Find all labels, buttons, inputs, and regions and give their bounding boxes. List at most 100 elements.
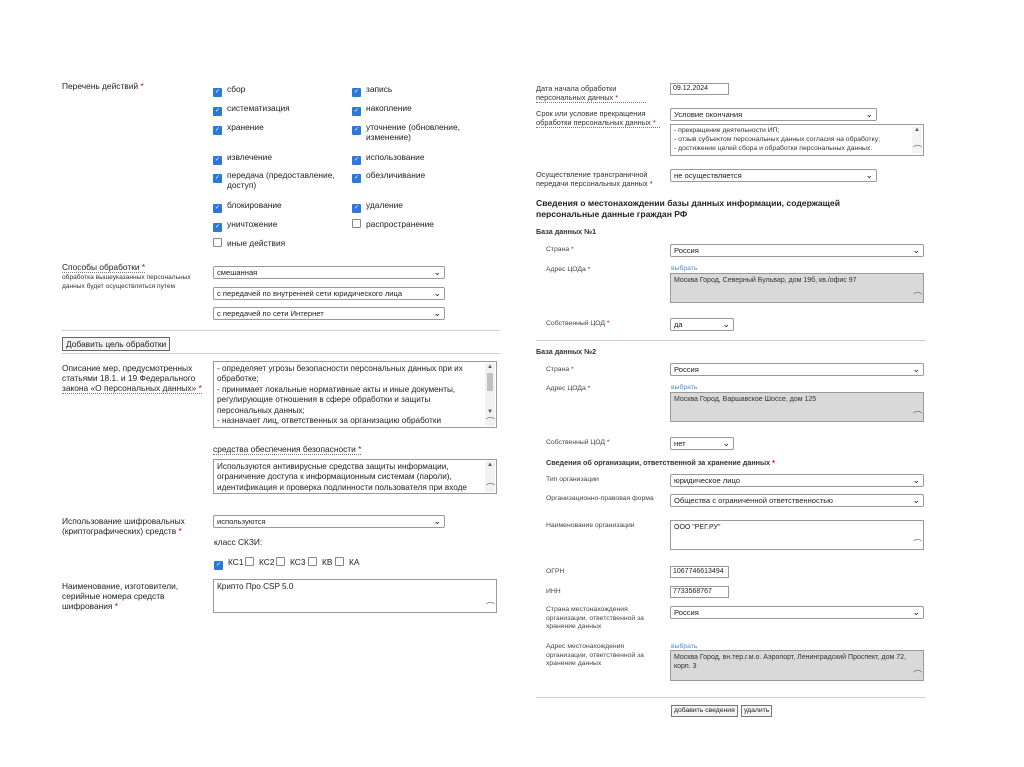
- checkbox-checked-icon[interactable]: ✓: [352, 88, 361, 97]
- crypto-class-checkbox[interactable]: КС3: [276, 557, 306, 567]
- action-checkbox[interactable]: ✓ систематизация: [213, 103, 290, 116]
- action-checkbox-label: удаление: [366, 200, 403, 210]
- action-checkbox[interactable]: ✓ хранение: [213, 122, 264, 135]
- resize-grip-icon[interactable]: ⌒: [913, 540, 922, 549]
- measures-label: Описание мер, предусмотренных статьями 1…: [62, 363, 202, 394]
- checkbox-unchecked-icon[interactable]: [245, 557, 254, 566]
- checkbox-checked-icon[interactable]: ✓: [213, 156, 222, 165]
- action-checkbox[interactable]: иные действия: [213, 238, 285, 248]
- action-checkbox[interactable]: ✓ запись: [352, 84, 392, 97]
- security-textarea[interactable]: Используются антивирусные средства защит…: [213, 459, 497, 494]
- start-date-input[interactable]: 09.12.2024: [670, 83, 729, 95]
- checkbox-checked-icon[interactable]: ✓: [213, 126, 222, 135]
- crypto-class-checkbox[interactable]: КВ: [308, 557, 332, 567]
- resize-grip-icon[interactable]: ⌒: [913, 412, 922, 421]
- db2-country-select[interactable]: Россия ⌄: [670, 363, 924, 376]
- checkbox-checked-icon[interactable]: ✓: [352, 156, 361, 165]
- checkbox-unchecked-icon[interactable]: [213, 238, 222, 247]
- resize-grip-icon[interactable]: ⌒: [486, 603, 495, 612]
- resize-grip-icon[interactable]: ⌒: [913, 671, 922, 680]
- action-checkbox[interactable]: ✓ сбор: [213, 84, 245, 97]
- term-select[interactable]: Условие окончания ⌄: [670, 108, 877, 121]
- chevron-down-icon: ⌄: [433, 267, 441, 277]
- scroll-up-icon[interactable]: ▲: [912, 126, 922, 134]
- action-checkbox[interactable]: ✓ передача (предоставление, доступ): [213, 170, 357, 190]
- term-textarea[interactable]: - прекращение деятельности ИП; - отзыв с…: [670, 124, 924, 156]
- checkbox-checked-icon[interactable]: ✓: [352, 126, 361, 135]
- org-country-label: Страна местонахождения организации, отве…: [546, 606, 644, 631]
- crypto-class-label: КС2: [259, 557, 275, 567]
- db2-choose-link[interactable]: выбрать: [671, 384, 697, 391]
- action-checkbox-label: накопление: [366, 103, 412, 113]
- org-type-select[interactable]: юридическое лицо ⌄: [670, 474, 924, 487]
- scroll-up-icon[interactable]: ▲: [485, 461, 495, 469]
- checkbox-checked-icon[interactable]: ✓: [213, 223, 222, 232]
- checkbox-checked-icon[interactable]: ✓: [352, 174, 361, 183]
- transborder-select[interactable]: не осуществляется ⌄: [670, 169, 877, 182]
- crypto-class-checkbox[interactable]: КА: [335, 557, 359, 567]
- org-address-textarea[interactable]: Москва Город, вн.тер.г.м.о. Аэропорт, Ле…: [670, 650, 924, 681]
- db1-address-textarea[interactable]: Москва Город, Северный Бульвар, дом 19б,…: [670, 273, 924, 303]
- org-form-select[interactable]: Общества с ограниченной ответственностью…: [670, 494, 924, 507]
- action-checkbox[interactable]: ✓ блокирование: [213, 200, 282, 213]
- checkbox-checked-icon[interactable]: ✓: [213, 174, 222, 183]
- checkbox-unchecked-icon[interactable]: [352, 219, 361, 228]
- checkbox-unchecked-icon[interactable]: [308, 557, 317, 566]
- resize-grip-icon[interactable]: ⌒: [486, 418, 495, 427]
- chevron-down-icon: ⌄: [722, 438, 730, 448]
- db2-own-select[interactable]: нет ⌄: [670, 437, 734, 450]
- action-checkbox-label: передача (предоставление, доступ): [227, 170, 335, 190]
- scroll-thumb[interactable]: [487, 373, 493, 391]
- add-goal-button[interactable]: Добавить цель обработки: [62, 337, 171, 351]
- action-checkbox[interactable]: ✓ использование: [352, 152, 425, 165]
- org-ogrn-input[interactable]: 1067746613494: [670, 566, 729, 578]
- db1-choose-link[interactable]: выбрать: [671, 265, 697, 272]
- methods-select-3[interactable]: с передачей по сети Интернет ⌄: [213, 307, 445, 320]
- checkbox-unchecked-icon[interactable]: [335, 557, 344, 566]
- db1-country-label: Страна *: [546, 246, 574, 253]
- checkbox-checked-icon[interactable]: ✓: [213, 204, 222, 213]
- org-ogrn-label: ОГРН: [546, 568, 565, 575]
- divider: [536, 697, 926, 698]
- crypto-names-textarea[interactable]: Крипто Про CSP 5.0 ⌒: [213, 579, 497, 613]
- action-checkbox[interactable]: распространение: [352, 219, 434, 229]
- resize-grip-icon[interactable]: ⌒: [913, 293, 922, 302]
- methods-select-1[interactable]: смешанная ⌄: [213, 266, 445, 279]
- action-checkbox[interactable]: ✓ накопление: [352, 103, 412, 116]
- delete-button[interactable]: удалить: [741, 705, 773, 717]
- org-country-select[interactable]: Россия ⌄: [670, 606, 924, 619]
- action-checkbox[interactable]: ✓ уточнение (обновление, изменение): [352, 122, 486, 142]
- action-checkbox[interactable]: ✓ удаление: [352, 200, 403, 213]
- org-choose-link[interactable]: выбрать: [671, 643, 697, 650]
- resize-grip-icon[interactable]: ⌒: [486, 484, 495, 493]
- crypto-select[interactable]: используются ⌄: [213, 515, 445, 528]
- db1-own-select[interactable]: да ⌄: [670, 318, 734, 331]
- crypto-class-label: КС3: [290, 557, 306, 567]
- db1-country-select[interactable]: Россия ⌄: [670, 244, 924, 257]
- org-inn-input[interactable]: 7733568767: [670, 586, 729, 598]
- checkbox-checked-icon[interactable]: ✓: [213, 88, 222, 97]
- scroll-up-icon[interactable]: ▲: [485, 363, 495, 371]
- methods-select-2[interactable]: с передачей по внутренней сети юридическ…: [213, 287, 445, 300]
- checkbox-checked-icon[interactable]: ✓: [214, 561, 223, 570]
- chevron-down-icon: ⌄: [912, 245, 920, 255]
- db2-address-textarea[interactable]: Москва Город, Варшавское Шоссе, дом 125 ⌒: [670, 392, 924, 422]
- crypto-class-checkbox[interactable]: КС2: [245, 557, 275, 567]
- action-checkbox-label: уточнение (обновление, изменение): [366, 122, 460, 142]
- checkbox-checked-icon[interactable]: ✓: [352, 107, 361, 116]
- checkbox-checked-icon[interactable]: ✓: [352, 204, 361, 213]
- crypto-names-label: Наименование, изготовители, серийные ном…: [62, 581, 179, 611]
- action-checkbox[interactable]: ✓ извлечение: [213, 152, 272, 165]
- crypto-class-checkbox[interactable]: ✓ КС1: [214, 557, 244, 570]
- org-name-textarea[interactable]: ООО "РЕГ.РУ" ⌒: [670, 520, 924, 550]
- add-info-button[interactable]: добавить сведения: [671, 705, 738, 717]
- measures-textarea[interactable]: - определяет угрозы безопасности персона…: [213, 361, 497, 428]
- security-label: средства обеспечения безопасности *: [213, 444, 362, 455]
- checkbox-unchecked-icon[interactable]: [276, 557, 285, 566]
- resize-grip-icon[interactable]: ⌒: [913, 146, 922, 155]
- action-checkbox[interactable]: ✓ обезличивание: [352, 170, 425, 183]
- checkbox-checked-icon[interactable]: ✓: [213, 107, 222, 116]
- scroll-down-icon[interactable]: ▼: [485, 408, 495, 416]
- action-checkbox[interactable]: ✓ уничтожение: [213, 219, 277, 232]
- chevron-down-icon: ⌄: [912, 475, 920, 485]
